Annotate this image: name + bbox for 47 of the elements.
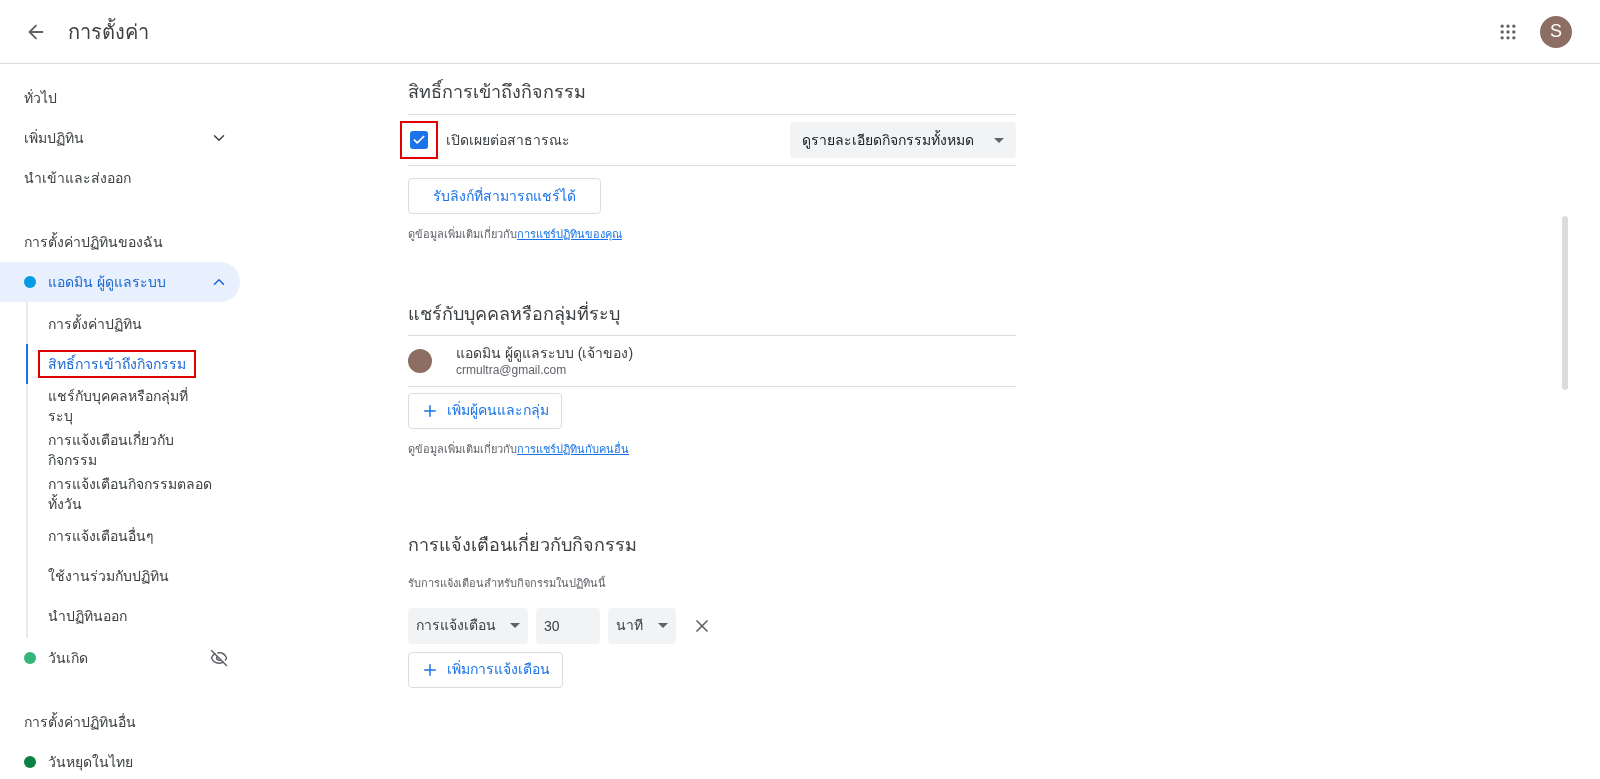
sidebar-subitem[interactable]: แชร์กับบุคคลหรือกลุ่มที่ระบุ	[40, 384, 220, 428]
section-heading: การตั้งค่าปฏิทินของฉัน	[23, 231, 164, 252]
amount-field[interactable]: 30	[536, 607, 600, 644]
help-link[interactable]: การแชร์ปฏิทินของคุณ	[517, 228, 622, 240]
calendar-item[interactable]: วันหยุดในไทย	[0, 742, 256, 779]
calendar-name: วันหยุดในไทย	[48, 752, 133, 773]
calendar-name: วันเกิด	[48, 648, 88, 668]
checkmark-icon	[412, 133, 426, 147]
help-link[interactable]: การแชร์ปฏิทินกับคนอื่น	[517, 442, 629, 455]
sidebar-subitem[interactable]: นำปฏิทินออก	[40, 604, 135, 628]
sidebar-subitem[interactable]: การแจ้งเตือนอื่นๆ	[40, 524, 162, 548]
get-link-button[interactable]: รับลิงก์ที่สามารถแชร์ได้	[408, 178, 601, 214]
visibility-dropdown[interactable]: ดูรายละเอียดกิจกรรมทั้งหมด	[790, 122, 1016, 158]
section-title: การแจ้งเตือนเกี่ยวกับกิจกรรม	[408, 531, 638, 557]
help-text: ดูข้อมูลเพิ่มเติมเกี่ยวกับการแชร์ปฏิทินกับคนอื่น	[408, 440, 630, 457]
calendar-item[interactable]: วันเกิด	[0, 638, 240, 678]
person-avatar	[408, 348, 432, 373]
person-name: แอดมิน ผู้ดูแลระบบ (เจ้าของ)	[456, 343, 634, 362]
sidebar-subitem[interactable]: ใช้งานร่วมกับปฏิทิน	[40, 564, 177, 588]
sidebar-item[interactable]: นำเข้าและส่งออก	[0, 158, 240, 198]
caret-icon	[510, 623, 520, 628]
caret-icon	[658, 623, 668, 628]
notification-type-dropdown[interactable]: การแจ้งเตือน	[408, 607, 528, 644]
help-text: ดูข้อมูลเพิ่มเติมเกี่ยวกับการแชร์ปฏิทินของคุณ	[408, 226, 623, 243]
add-notification-button[interactable]: เพิ่มการแจ้งเตือน	[408, 651, 563, 688]
page-title: การตั้งค่า	[68, 17, 149, 45]
checkbox-label: เปิดเผยต่อสาธารณะ	[446, 130, 570, 150]
person-email: crmultra@gmail.com	[456, 362, 568, 378]
section-heading: การตั้งค่าปฏิทินอื่น	[23, 711, 137, 732]
calendar-name: แอดมิน ผู้ดูแลระบบ	[48, 272, 166, 293]
sidebar-subitem[interactable]: สิทธิ์การเข้าถึงกิจกรรม	[40, 352, 194, 376]
caret-icon	[994, 137, 1004, 143]
section-subtitle: รับการแจ้งเตือนสำหรับกิจกรรมในปฏิทินนี้	[408, 575, 607, 591]
sidebar-subitem[interactable]: การตั้งค่าปฏิทิน	[40, 312, 150, 336]
account-avatar[interactable]: S	[1540, 15, 1572, 48]
calendar-item[interactable]: แอดมิน ผู้ดูแลระบบ	[0, 262, 240, 302]
unit-dropdown[interactable]: นาที	[608, 607, 676, 644]
sidebar-subitem[interactable]: การแจ้งเตือนกิจกรรมตลอดทั้งวัน	[40, 472, 220, 516]
scrollbar-thumb[interactable]	[1562, 216, 1568, 390]
sidebar-subitem[interactable]: การแจ้งเตือนเกี่ยวกับกิจกรรม	[40, 428, 220, 472]
section-title: แชร์กับบุคคลหรือกลุ่มที่ระบุ	[408, 294, 1016, 335]
sidebar-item[interactable]: ทั่วไป	[0, 78, 240, 118]
add-people-button[interactable]: เพิ่มผู้คนและกลุ่ม	[408, 392, 562, 429]
public-checkbox[interactable]	[400, 121, 438, 159]
section-title: สิทธิ์การเข้าถึงกิจกรรม	[408, 78, 587, 104]
hidden-eye-icon[interactable]	[210, 649, 228, 667]
sidebar-item[interactable]: เพิ่มปฏิทิน	[0, 118, 240, 158]
